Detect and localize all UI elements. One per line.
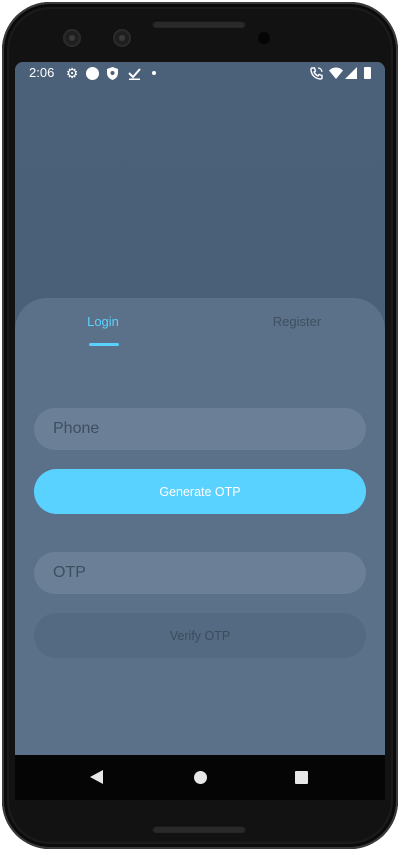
home-icon[interactable]	[194, 771, 207, 784]
verify-otp-button[interactable]: Verify OTP	[34, 613, 366, 658]
signal-icon	[345, 66, 357, 80]
wifi-calling-icon	[309, 66, 323, 80]
dot-icon	[151, 66, 157, 80]
tab-login[interactable]: Login	[63, 314, 143, 344]
circle-icon	[85, 66, 99, 80]
check-download-icon	[127, 66, 141, 80]
navigation-bar	[15, 755, 385, 800]
shield-icon	[106, 66, 118, 80]
back-icon[interactable]	[90, 770, 103, 784]
light-sensor-icon	[113, 29, 131, 47]
status-bar: 2:06 ⚙	[15, 62, 385, 84]
auth-card: Login Register	[15, 298, 385, 800]
settings-icon: ⚙	[65, 65, 79, 81]
proximity-sensor-icon	[63, 29, 81, 47]
generate-otp-button[interactable]: Generate OTP	[34, 469, 366, 514]
tab-indicator	[89, 343, 119, 346]
bottom-speaker	[152, 825, 246, 833]
otp-input[interactable]	[34, 552, 366, 594]
wifi-icon	[329, 66, 343, 80]
battery-icon	[363, 66, 371, 80]
phone-input[interactable]	[34, 408, 366, 450]
earpiece-speaker	[152, 20, 246, 28]
recents-icon[interactable]	[295, 771, 308, 784]
front-camera-icon	[258, 32, 270, 44]
status-time: 2:06	[29, 65, 55, 80]
tab-register[interactable]: Register	[257, 314, 337, 344]
